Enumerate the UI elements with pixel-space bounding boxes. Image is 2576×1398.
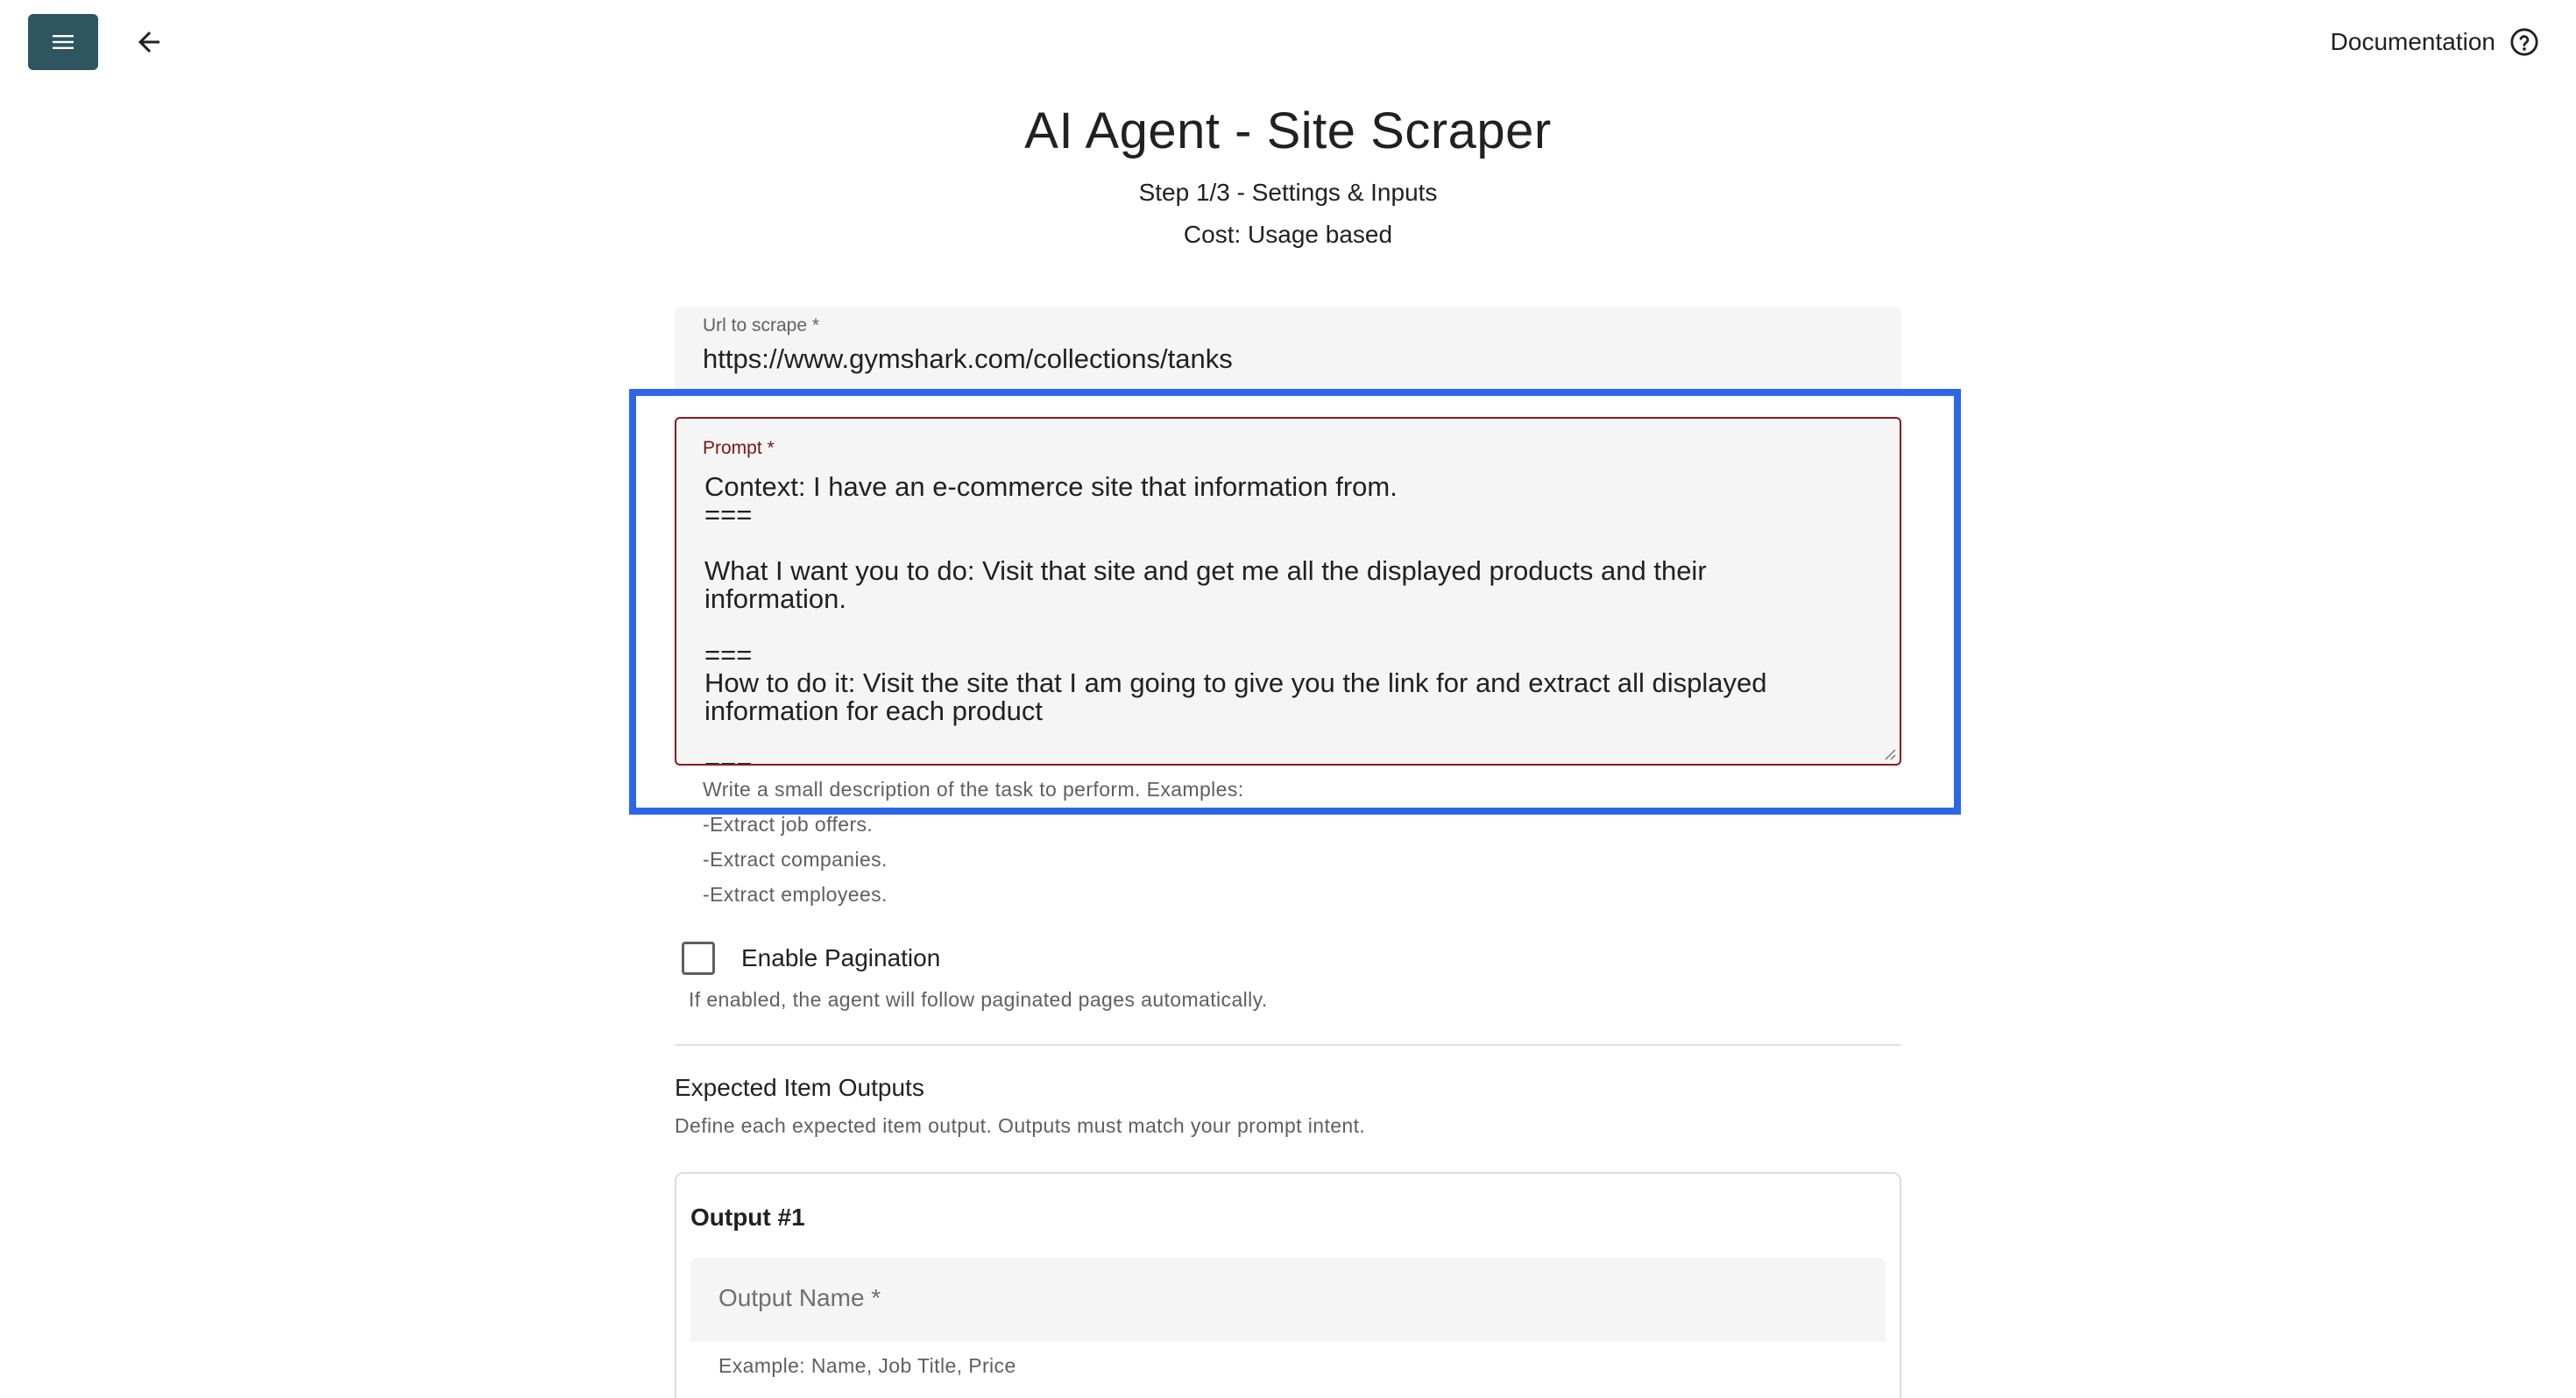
documentation-label: Documentation: [2330, 28, 2495, 55]
menu-button[interactable]: [28, 14, 98, 70]
pagination-row: Enable Pagination: [682, 941, 940, 976]
documentation-link[interactable]: Documentation: [2331, 23, 2539, 61]
page: Documentation AI Agent - Site Scraper St…: [0, 0, 2576, 1398]
help-circle-icon: [2510, 28, 2538, 56]
back-button[interactable]: [130, 23, 168, 61]
url-value: https://www.gymshark.com/collections/tan…: [703, 343, 1233, 374]
prompt-label: Prompt *: [703, 438, 775, 458]
step-indicator: Step 1/3 - Settings & Inputs: [1138, 179, 1438, 206]
outputs-section-title: Expected Item Outputs: [675, 1074, 924, 1101]
page-title: AI Agent - Site Scraper: [1024, 102, 1552, 159]
pagination-label[interactable]: Enable Pagination: [741, 944, 940, 972]
url-input[interactable]: Url to scrape * https://www.gymshark.com…: [675, 307, 1901, 391]
output-name-example: Example: Name, Job Title, Price: [718, 1354, 1016, 1377]
output-name-placeholder: Output Name *: [718, 1284, 881, 1311]
resize-handle-icon[interactable]: [1882, 746, 1896, 760]
prompt-hint-line: -Extract job offers.: [703, 813, 874, 836]
arrow-left-icon: [138, 32, 159, 53]
hamburger-menu-icon: [53, 35, 74, 49]
prompt-hint-line: -Extract companies.: [703, 848, 888, 871]
prompt-textarea[interactable]: Prompt * Context: I have an e-commerce s…: [675, 417, 1901, 766]
section-divider: [675, 1044, 1901, 1046]
cost-text: Cost: Usage based: [1183, 221, 1393, 248]
pagination-checkbox[interactable]: [682, 942, 715, 975]
prompt-hint-line: Write a small description of the task to…: [703, 778, 1244, 801]
output-name-input[interactable]: Output Name *: [690, 1258, 1886, 1342]
prompt-hint-line: -Extract employees.: [703, 883, 888, 906]
outputs-section-description: Define each expected item output. Output…: [675, 1114, 1366, 1137]
output-card: Output #1 Output Name * Example: Name, J…: [675, 1172, 1901, 1398]
url-label: Url to scrape *: [703, 315, 820, 335]
output-card-title: Output #1: [690, 1204, 805, 1231]
prompt-text: Context: I have an e-commerce site that …: [704, 471, 1767, 765]
pagination-hint: If enabled, the agent will follow pagina…: [689, 988, 1268, 1011]
